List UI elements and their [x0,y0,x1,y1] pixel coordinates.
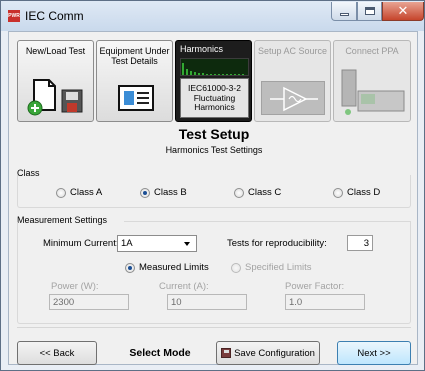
step-label: Setup AC Source [257,46,328,56]
step-label: Harmonics [180,44,224,54]
power-input[interactable]: 2300 [49,294,129,310]
save-configuration-button[interactable]: Save Configuration [216,341,320,365]
minimize-button[interactable] [331,2,357,21]
app-window: PWR IEC Comm ✕ New/Load Test Equipment U… [0,0,425,371]
step-navigation: New/Load Test Equipment Under Test Detai… [17,40,411,122]
divider [124,221,411,222]
step-harmonics[interactable]: Harmonics IEC61000-3-2 Fluctuating Harmo… [175,40,252,122]
step-connect-ppa[interactable]: Connect PPA [333,40,411,122]
step-label: Equipment Under Test Details [99,46,170,66]
radio-indicator [56,187,66,198]
select-mode-button[interactable]: Select Mode [115,341,205,365]
window-title: IEC Comm [25,9,84,23]
reproducibility-label: Tests for reproducibility: [227,238,327,249]
min-current-label: Minimum Current: [43,238,119,249]
chevron-down-icon [184,242,190,246]
page-subtitle: Harmonics Test Settings [165,145,263,155]
current-input[interactable]: 10 [167,294,247,310]
step-equipment-under-test[interactable]: Equipment Under Test Details [96,40,173,122]
divider [17,327,411,328]
ac-source-icon [261,81,325,115]
class-b-radio[interactable]: Class B [140,187,187,198]
radio-indicator [231,262,241,273]
class-d-radio[interactable]: Class D [333,187,380,198]
class-c-radio[interactable]: Class C [234,187,281,198]
select-value: 1A [121,238,133,249]
next-button[interactable]: Next >> [337,341,411,365]
radio-label: Specified Limits [245,262,312,273]
radio-indicator [333,187,343,198]
step-setup-ac-source[interactable]: Setup AC Source [254,40,331,122]
measured-limits-radio[interactable]: Measured Limits [125,262,209,273]
new-load-icon [27,79,83,116]
current-label: Current (A): [159,281,209,292]
maximize-icon [364,7,375,15]
power-factor-label: Power Factor: [285,281,345,292]
close-button[interactable]: ✕ [382,2,424,21]
min-current-select[interactable]: 1A [117,235,197,252]
harmonics-graph-icon [180,58,249,76]
radio-label: Class C [248,187,282,198]
title-bar[interactable]: PWR IEC Comm ✕ [1,1,424,31]
save-button-label: Save Configuration [234,347,315,359]
radio-indicator [125,262,135,273]
radio-label: Class A [70,187,103,198]
maximize-button[interactable] [357,2,382,21]
step-label: New/Load Test [25,46,86,56]
power-factor-input[interactable]: 1.0 [285,294,365,310]
radio-label: Class B [154,187,187,198]
reproducibility-input[interactable]: 3 [347,235,373,251]
radio-indicator [140,187,150,198]
step-label: Connect PPA [345,46,399,56]
page-title: Test Setup [178,126,250,142]
step-new-load-test[interactable]: New/Load Test [17,40,94,122]
specified-limits-radio[interactable]: Specified Limits [231,262,312,273]
main-panel: New/Load Test Equipment Under Test Detai… [8,31,418,365]
radio-indicator [234,187,244,198]
radio-label: Class D [347,187,381,198]
radio-label: Measured Limits [139,262,209,273]
connect-ppa-icon [341,69,405,115]
power-label: Power (W): [51,281,99,292]
equipment-details-icon [118,85,154,111]
back-button[interactable]: << Back [17,341,97,365]
next-button-label: Next >> [357,347,391,359]
harmonics-standard-label: IEC61000-3-2 Fluctuating Harmonics [180,78,249,118]
close-icon: ✕ [397,3,409,19]
app-icon: PWR [8,10,20,22]
class-a-radio[interactable]: Class A [56,187,102,198]
select-mode-label: Select Mode [129,347,191,359]
back-button-label: << Back [39,347,75,359]
save-icon [221,348,232,358]
minimize-icon [339,12,349,16]
